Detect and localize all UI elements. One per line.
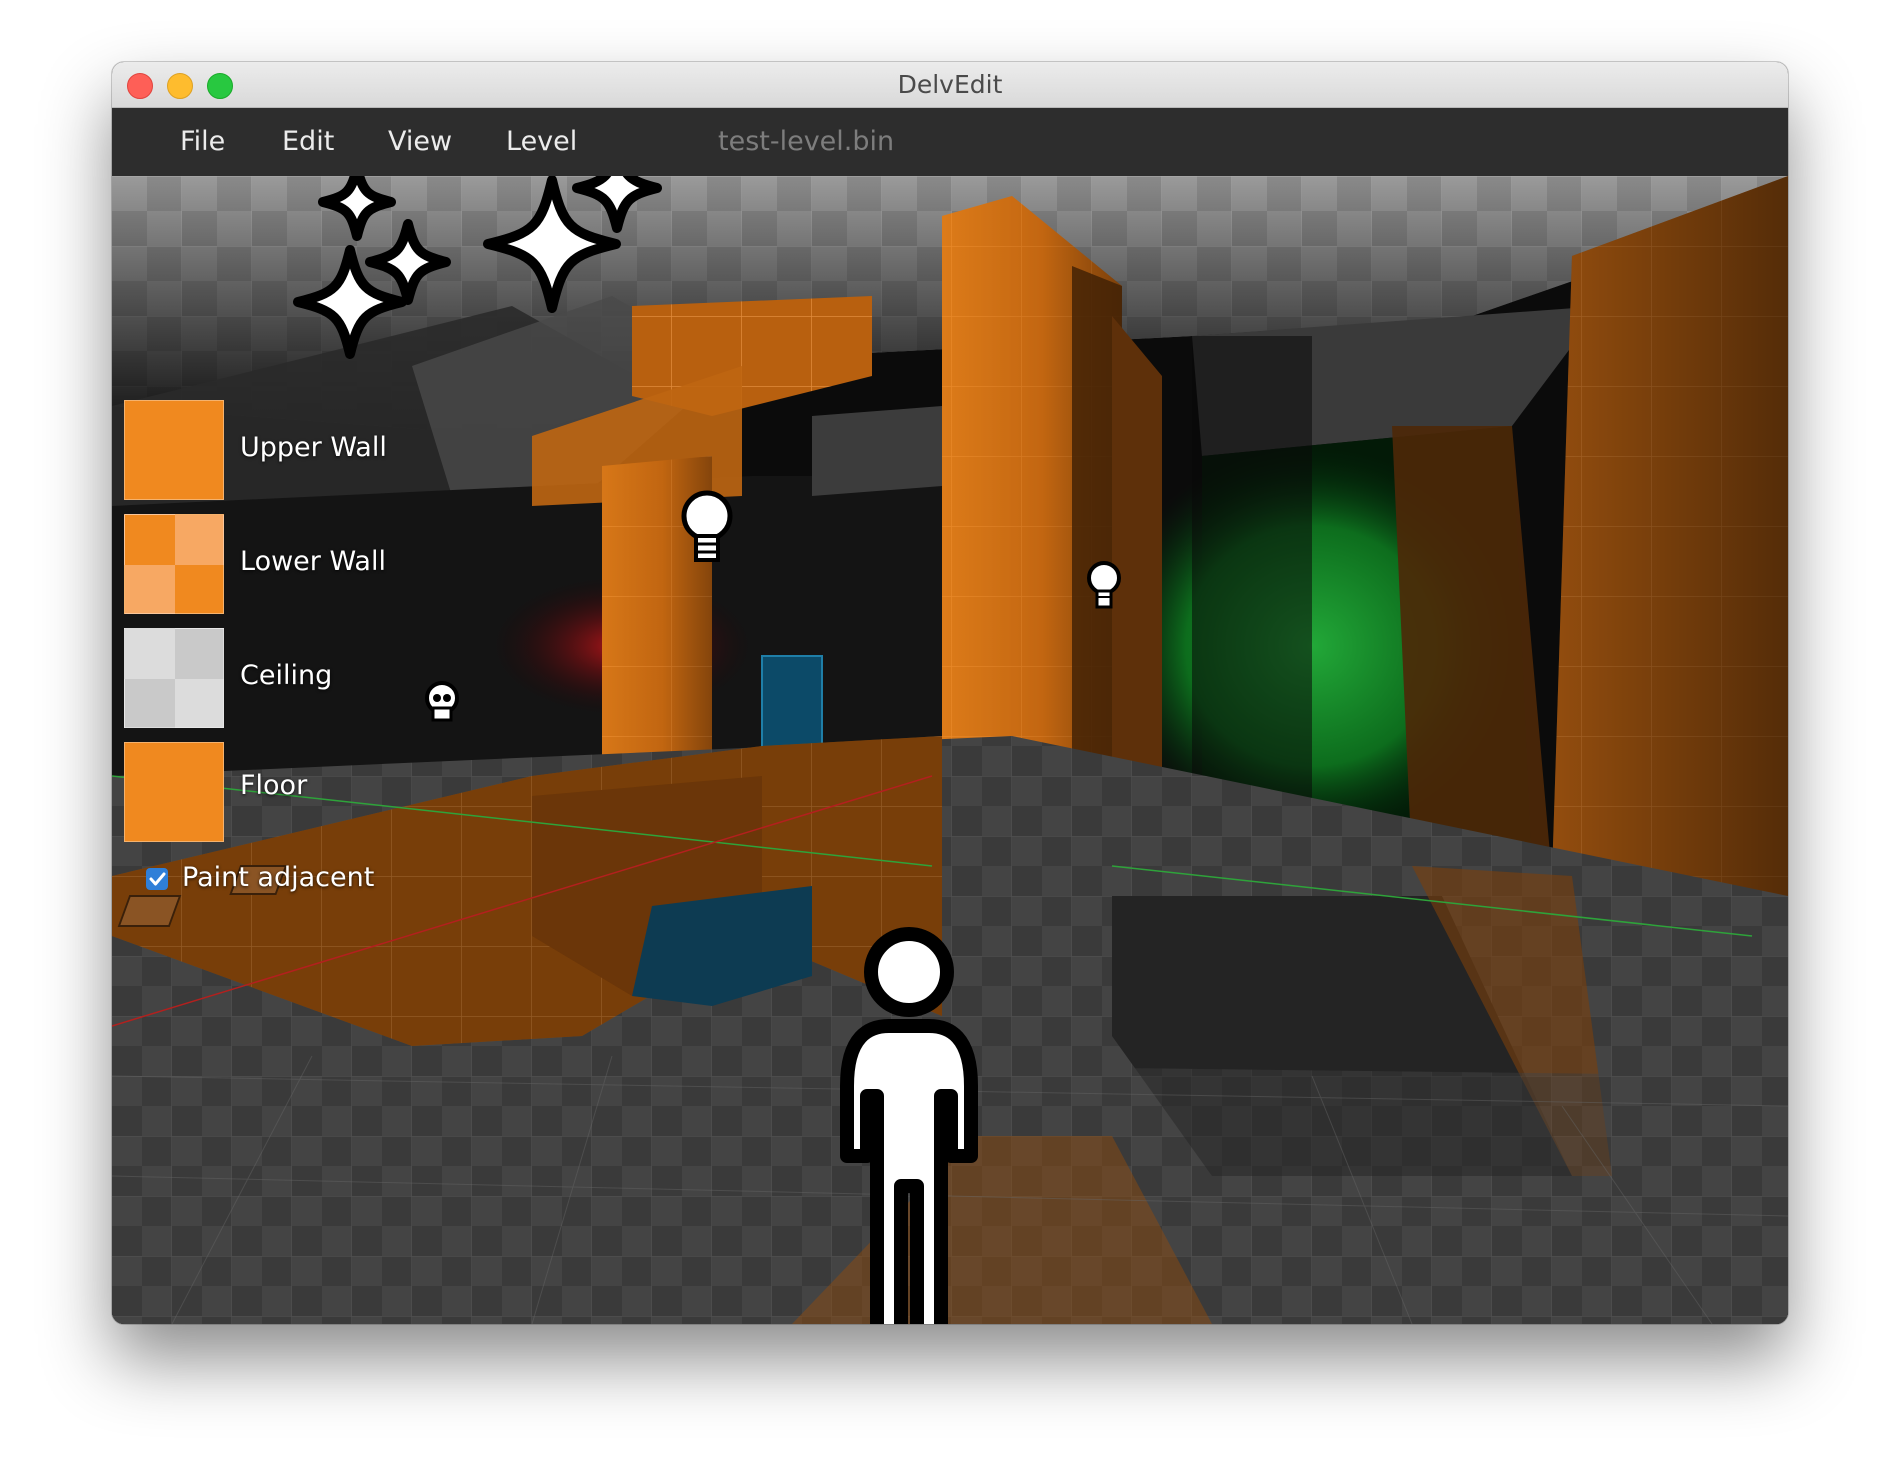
palette-upper-wall[interactable] (124, 400, 224, 500)
floor-swatch[interactable] (124, 742, 224, 842)
upper-wall-label: Upper Wall (240, 432, 387, 463)
palette-lower-wall[interactable] (124, 514, 224, 614)
lower-wall-label: Lower Wall (240, 546, 386, 577)
checkmark-icon (149, 872, 166, 886)
menu-bar: File Edit View Level test-level.bin (112, 108, 1788, 176)
menu-view[interactable]: View (388, 108, 452, 176)
upper-wall-swatch[interactable] (124, 400, 224, 500)
palette-ceiling[interactable] (124, 628, 224, 728)
skull-icon (425, 681, 459, 722)
paint-adjacent-label: Paint adjacent (182, 862, 375, 893)
open-filename: test-level.bin (718, 126, 895, 157)
palette-floor[interactable] (124, 742, 224, 842)
window-title: DelvEdit (897, 70, 1003, 99)
level-3d-viewport[interactable]: Upper Wall Lower Wall Ceiling Floor Pain… (112, 176, 1788, 1324)
app-window: DelvEdit File Edit View Level test-level… (112, 62, 1788, 1324)
paint-adjacent-checkbox[interactable] (146, 868, 168, 890)
level-scene (112, 176, 1788, 1324)
floor-label: Floor (240, 770, 308, 801)
menu-level[interactable]: Level (506, 108, 577, 176)
menu-edit[interactable]: Edit (282, 108, 334, 176)
lower-wall-swatch[interactable] (124, 514, 224, 614)
title-bar: DelvEdit (112, 62, 1788, 108)
ceiling-swatch[interactable] (124, 628, 224, 728)
menu-file[interactable]: File (180, 108, 225, 176)
ceiling-label: Ceiling (240, 660, 333, 691)
